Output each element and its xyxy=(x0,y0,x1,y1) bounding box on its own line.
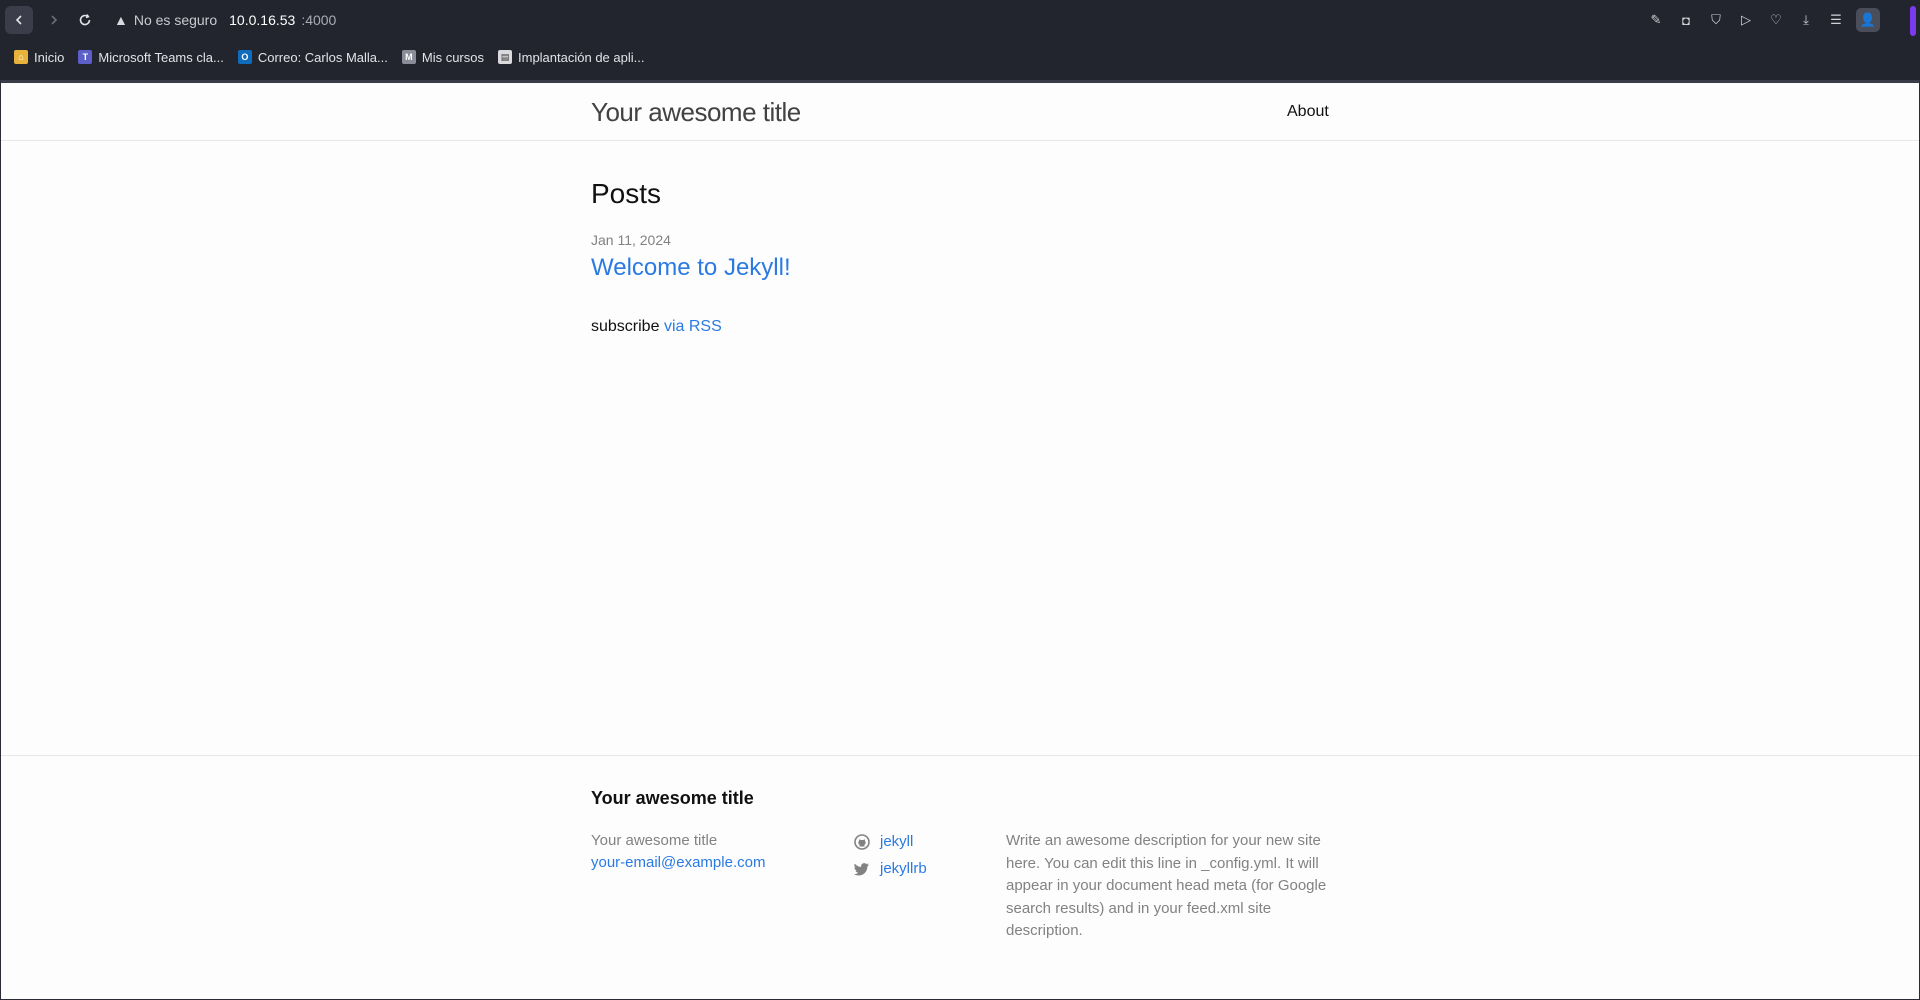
site-description: Write an awesome description for your ne… xyxy=(1006,832,1327,939)
github-icon xyxy=(854,833,870,850)
main-content: Posts Jan 11, 2024 Welcome to Jekyll! su… xyxy=(591,178,1331,336)
url-host: 10.0.16.53 xyxy=(229,12,296,28)
github-link[interactable]: jekyll xyxy=(880,828,913,855)
bookmark-teams[interactable]: T Microsoft Teams cla... xyxy=(78,49,224,65)
footer-email-link[interactable]: your-email@example.com xyxy=(591,852,765,874)
bookmark-correo[interactable]: O Correo: Carlos Malla... xyxy=(237,49,388,65)
social-twitter: jekyllrb xyxy=(854,855,927,882)
posts-heading: Posts xyxy=(591,178,662,209)
profile-icon[interactable]: 👤 xyxy=(1856,8,1880,32)
post-title-link[interactable]: Welcome to Jekyll! xyxy=(591,254,1331,282)
reload-icon xyxy=(79,14,91,26)
outlook-icon: O xyxy=(237,50,252,64)
bookmark-inicio[interactable]: ⌂ Inicio xyxy=(14,50,64,65)
bookmark-label: Mis cursos xyxy=(421,49,484,65)
moodle-icon: M xyxy=(401,50,416,64)
forward-button[interactable] xyxy=(40,6,68,34)
nav-about-link[interactable]: About xyxy=(1287,103,1329,121)
bookmark-label: Implantación de apli... xyxy=(518,49,645,65)
camera-icon[interactable]: ◘ xyxy=(1676,10,1696,30)
sidebar-accent xyxy=(1910,6,1916,36)
social-github: jekyll xyxy=(854,828,927,855)
footer-social: jekyll jekyllrb xyxy=(854,828,927,882)
site-header: Your awesome title About xyxy=(1,83,1919,141)
site-title-link[interactable]: Your awesome title xyxy=(591,97,801,128)
footer-site-name: Your awesome title xyxy=(591,832,718,849)
warning-icon: ▲ xyxy=(114,12,128,28)
footer-heading: Your awesome title xyxy=(591,788,754,808)
bookmark-cursos[interactable]: M Mis cursos xyxy=(401,49,484,65)
footer-contact: Your awesome title your-email@example.co… xyxy=(591,830,765,874)
page-viewport: Your awesome title About Posts Jan 11, 2… xyxy=(0,80,1920,1000)
edit-icon[interactable]: ✎ xyxy=(1646,10,1666,30)
bookmark-label: Inicio xyxy=(34,49,65,65)
post-list-item: Jan 11, 2024 Welcome to Jekyll! xyxy=(591,232,1331,282)
heart-icon[interactable]: ♡ xyxy=(1766,10,1786,30)
chevron-left-icon xyxy=(15,15,22,25)
menu-icon[interactable]: ☰ xyxy=(1826,10,1846,30)
address-bar[interactable]: ▲ No es seguro 10.0.16.53 :4000 xyxy=(114,8,336,32)
back-button[interactable] xyxy=(5,6,33,34)
rss-link[interactable]: via RSS xyxy=(664,318,722,335)
twitter-icon xyxy=(854,861,870,877)
twitter-link[interactable]: jekyllrb xyxy=(880,855,927,882)
bookmark-label: Microsoft Teams cla... xyxy=(98,49,224,65)
play-icon[interactable]: ▷ xyxy=(1736,10,1756,30)
teams-icon: T xyxy=(78,50,93,64)
bookmarks-bar: ⌂ Inicio T Microsoft Teams cla... O Corr… xyxy=(0,44,644,70)
bookmark-implantacion[interactable]: ▤ Implantación de apli... xyxy=(498,50,644,65)
security-status: No es seguro xyxy=(133,12,218,28)
chevron-right-icon xyxy=(51,15,58,25)
download-icon[interactable]: ⤓ xyxy=(1796,10,1816,30)
browser-chrome: ▲ No es seguro 10.0.16.53 :4000 ✎ ◘ ⛉ ▷ ♡… xyxy=(0,0,1920,80)
rss-prefix: subscribe xyxy=(591,318,660,335)
rss-subscribe: subscribe via RSS xyxy=(591,318,1331,336)
home-icon: ⌂ xyxy=(14,50,28,64)
post-date: Jan 11, 2024 xyxy=(591,232,671,248)
reload-button[interactable] xyxy=(71,6,99,34)
document-icon: ▤ xyxy=(498,50,512,64)
url-port: :4000 xyxy=(301,12,337,28)
bookmark-label: Correo: Carlos Malla... xyxy=(257,49,388,65)
shield-icon[interactable]: ⛉ xyxy=(1706,10,1726,30)
browser-toolbar: ▲ No es seguro 10.0.16.53 :4000 ✎ ◘ ⛉ ▷ ♡… xyxy=(0,0,1920,40)
toolbar-icons: ✎ ◘ ⛉ ▷ ♡ ⤓ ☰ 👤 xyxy=(1646,8,1880,32)
site-footer: Your awesome title Your awesome title yo… xyxy=(1,755,1919,1000)
